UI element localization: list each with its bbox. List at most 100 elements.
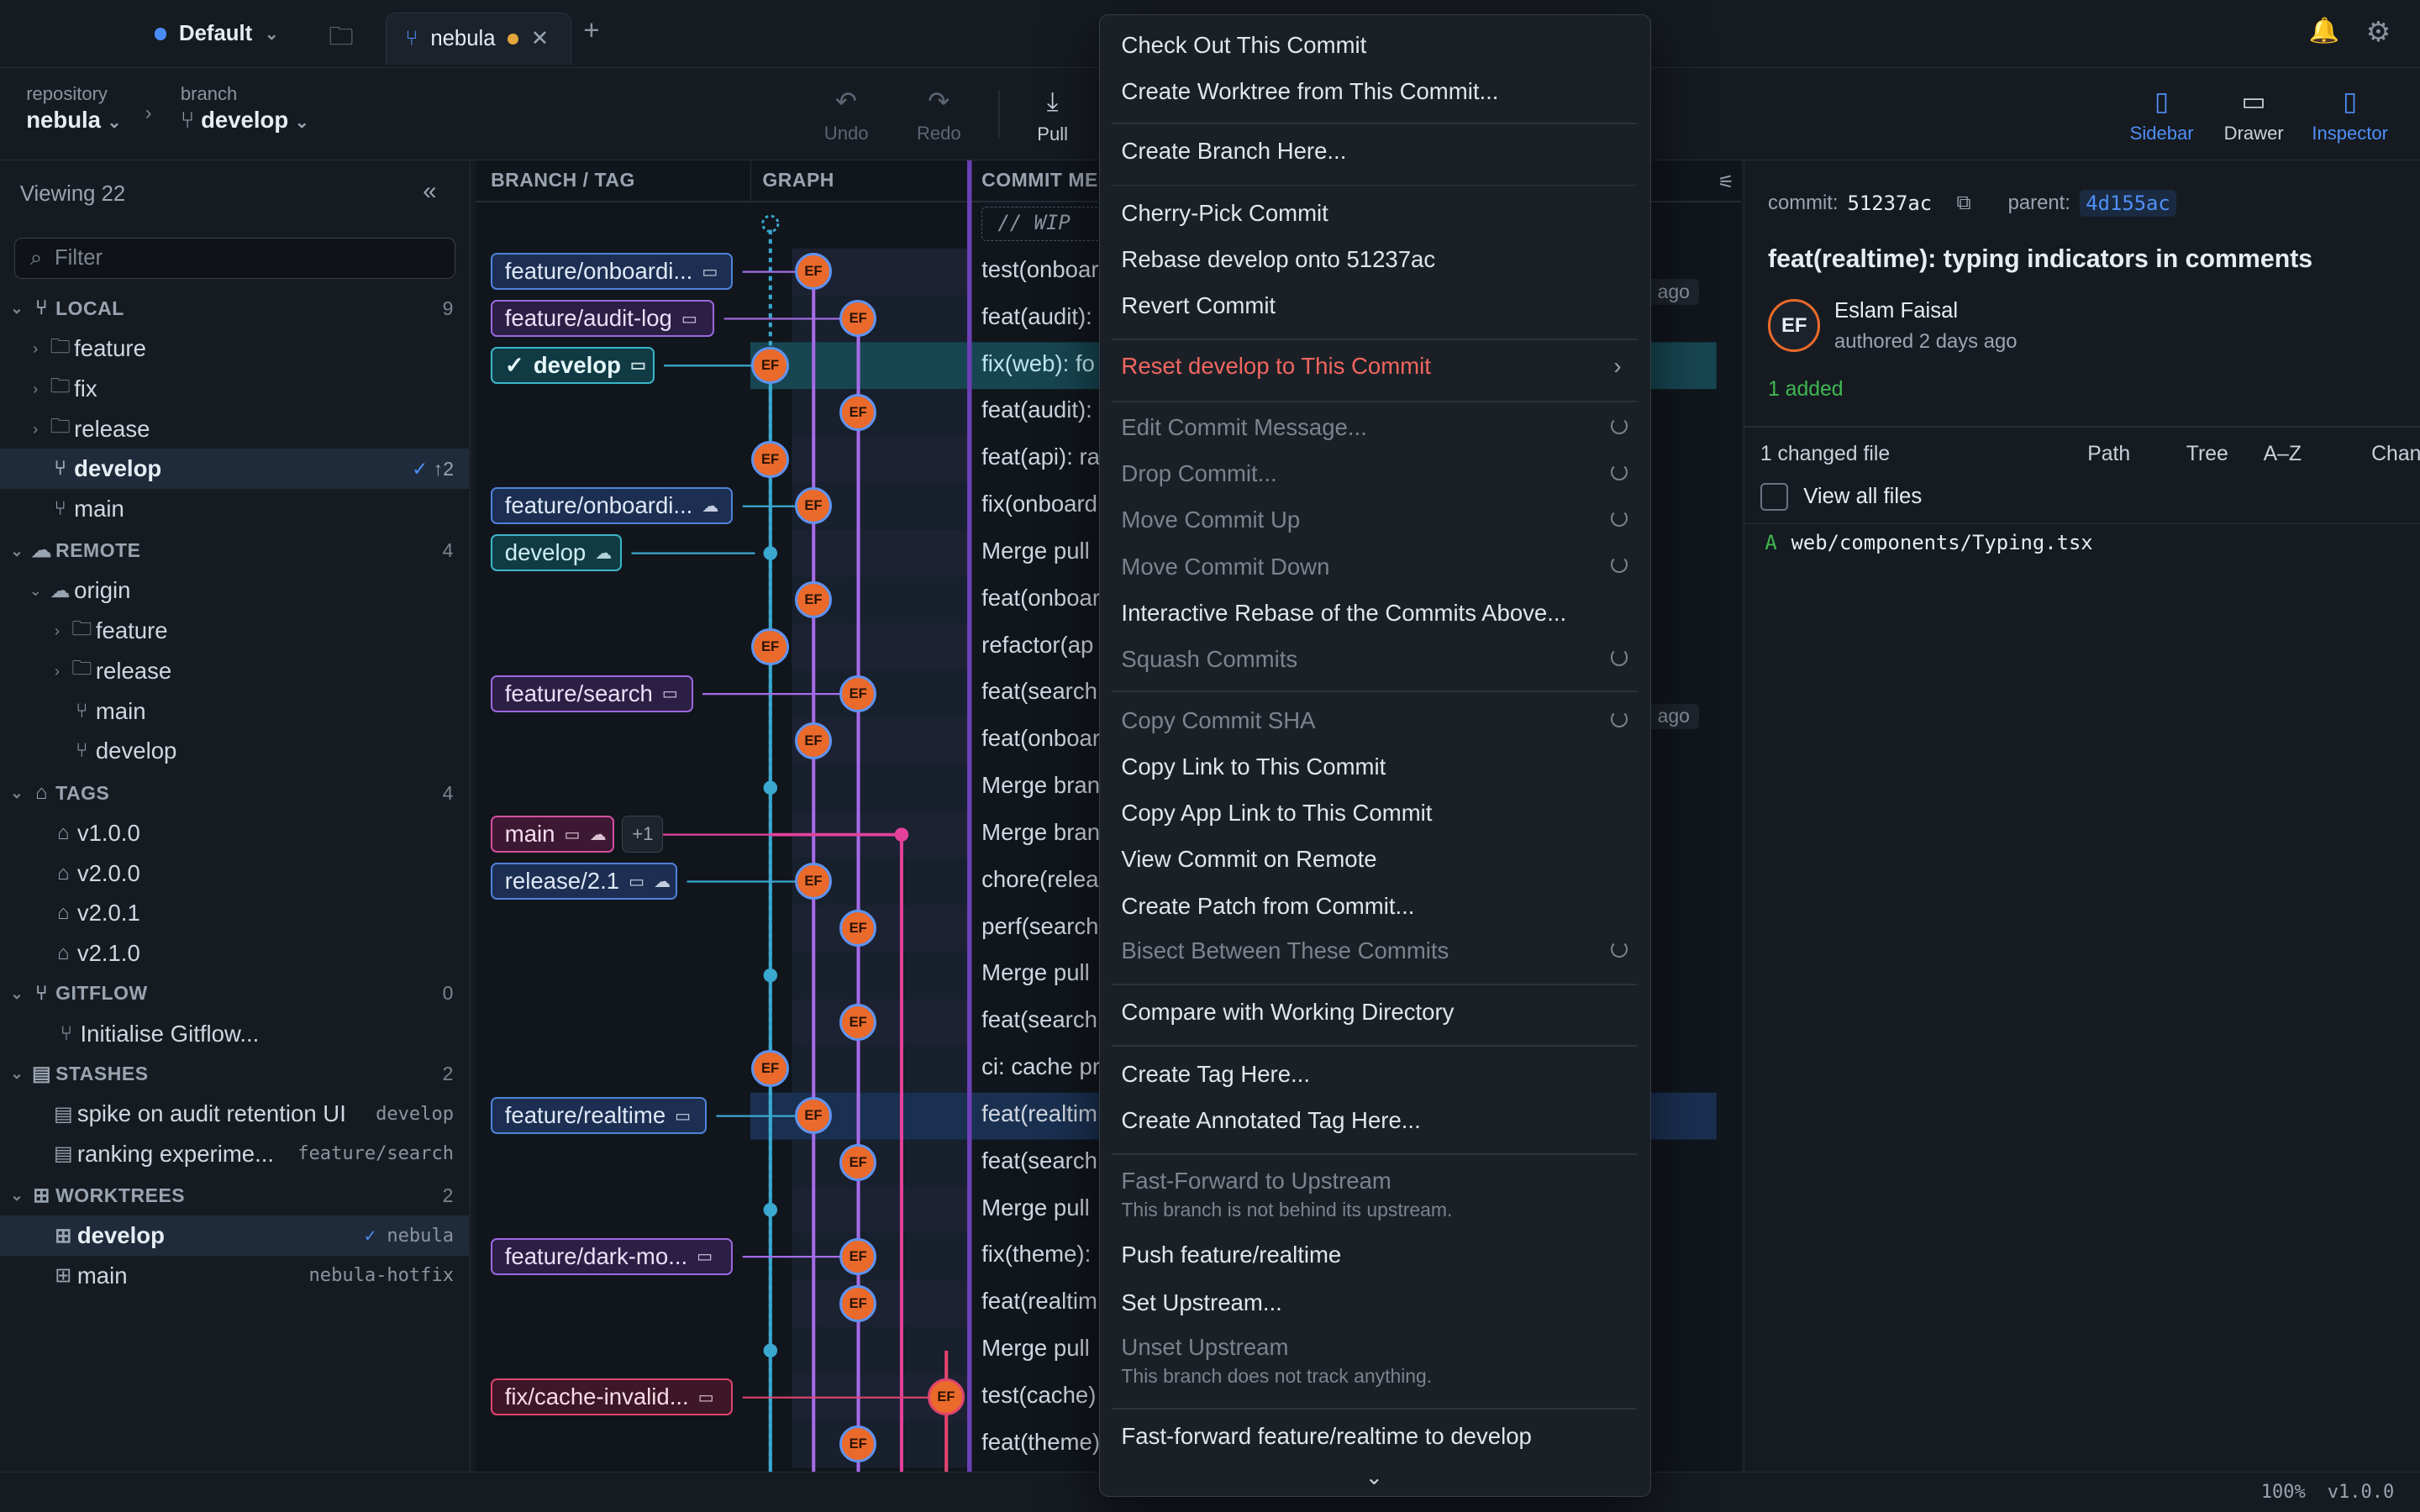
commit-node-avatar[interactable]: EF (751, 440, 789, 478)
commit-node-avatar[interactable]: EF (794, 487, 832, 525)
commit-node-avatar[interactable]: EF (839, 675, 877, 712)
close-icon[interactable]: ✕ (531, 26, 550, 51)
menu-item-rebase[interactable]: Rebase develop onto 51237ac (1100, 246, 1649, 273)
commit-node-avatar[interactable]: EF (839, 1284, 877, 1322)
view-all-checkbox[interactable] (1760, 482, 1788, 511)
menu-item-create-tag[interactable]: Create Tag Here... (1100, 1061, 1649, 1088)
bell-icon[interactable]: 🔔 (2309, 17, 2340, 45)
sidebar-item-feature[interactable]: › 🗀 feature (0, 328, 469, 369)
drawer-toggle[interactable]: ▭ Drawer (2224, 87, 2284, 144)
branch-chip[interactable]: feature/search ▭ (491, 675, 693, 712)
gear-icon[interactable]: ⚙ (2366, 15, 2391, 49)
commit-node-avatar[interactable]: EF (839, 909, 877, 947)
collapse-sidebar-icon[interactable]: « (423, 177, 436, 206)
branch-chip[interactable]: develop ☁ (491, 534, 623, 572)
section-remote[interactable]: ⌄ ☁ REMOTE 4 (0, 531, 469, 571)
menu-item-reset[interactable]: Reset develop to This Commit › (1100, 353, 1649, 380)
section-gitflow[interactable]: ⌄ ⑂ GITFLOW 0 (0, 974, 469, 1014)
tab-nebula[interactable]: ⑂ nebula ✕ (386, 12, 571, 66)
repo-folder-icon[interactable]: 🗀 (329, 18, 353, 60)
sidebar-item-tag[interactable]: ⌂ v1.0.0 (0, 813, 469, 853)
more-refs-badge[interactable]: +1 (622, 816, 664, 853)
sidebar-toggle[interactable]: ▯ Sidebar (2130, 87, 2194, 144)
sidebar-item-origin-main[interactable]: ⑂ main (0, 691, 469, 732)
sidebar-item-tag[interactable]: ⌂ v2.1.0 (0, 933, 469, 974)
parent-sha[interactable]: 4d155ac (2079, 189, 2177, 217)
menu-item-push[interactable]: Push feature/realtime (1100, 1242, 1649, 1268)
menu-item-compare[interactable]: Compare with Working Directory (1100, 999, 1649, 1026)
copy-icon[interactable]: ⧉ (1956, 192, 1970, 215)
menu-item-interactive-rebase[interactable]: Interactive Rebase of the Commits Above.… (1100, 600, 1649, 627)
sidebar-item-origin-release[interactable]: › 🗀 release (0, 651, 469, 691)
commit-node-avatar[interactable]: EF (839, 393, 877, 431)
commit-node-avatar[interactable]: EF (839, 1144, 877, 1182)
menu-item-revert[interactable]: Revert Commit (1100, 292, 1649, 319)
branch-chip[interactable]: feature/onboardi... ☁ (491, 487, 734, 525)
worktree-item[interactable]: ⊞ develop ✓ nebula (0, 1215, 470, 1257)
branch-chip[interactable]: release/2.1 ▭ ☁ (491, 863, 678, 900)
commit-node-avatar[interactable]: EF (839, 1237, 877, 1275)
menu-item-create-patch[interactable]: Create Patch from Commit... (1100, 893, 1649, 920)
menu-item-copy-app-link[interactable]: Copy App Link to This Commit (1100, 800, 1649, 827)
commit-node-avatar[interactable]: EF (927, 1378, 965, 1416)
menu-item-create-worktree[interactable]: Create Worktree from This Commit... (1100, 78, 1649, 105)
scroll-down-chevron-icon[interactable]: ⌄ (1365, 1465, 1384, 1490)
initialise-gitflow[interactable]: ⑂ Initialise Gitflow... (0, 1014, 469, 1054)
branch-chip[interactable]: feature/audit-log ▭ (491, 300, 715, 338)
wip-node[interactable] (760, 214, 780, 233)
commit-node-avatar[interactable]: EF (751, 1050, 789, 1088)
section-tags[interactable]: ⌄ ⌂ TAGS 4 (0, 773, 469, 813)
worktree-item[interactable]: ⊞ main nebula-hotfix (0, 1256, 469, 1296)
new-tab-button[interactable]: + (583, 15, 599, 47)
commit-node-avatar[interactable]: EF (751, 627, 789, 665)
view-tree-button[interactable]: Tree (2186, 443, 2264, 466)
branch-chip[interactable]: feature/onboardi... ▭ (491, 253, 734, 291)
sidebar-item-tag[interactable]: ⌂ v2.0.1 (0, 893, 469, 933)
sort-az-button[interactable]: A–Z (2264, 443, 2372, 466)
branch-selector[interactable]: branch ⑂ develop ⌄ (181, 83, 309, 134)
sidebar-item-tag[interactable]: ⌂ v2.0.0 (0, 853, 469, 894)
view-path-button[interactable]: Path (2087, 443, 2186, 466)
commit-node-avatar[interactable]: EF (794, 863, 832, 900)
commit-node-avatar[interactable]: EF (794, 581, 832, 619)
commit-node-avatar[interactable]: EF (751, 346, 789, 384)
section-local[interactable]: ⌄ ⑂ LOCAL 9 (0, 288, 469, 328)
commit-node-avatar[interactable]: EF (839, 300, 877, 338)
inspector-toggle[interactable]: ▯ Inspector (2312, 87, 2388, 144)
sidebar-item-origin-develop[interactable]: ⑂ develop (0, 732, 469, 772)
commit-node-avatar[interactable]: EF (794, 1097, 832, 1135)
stash-item[interactable]: ▤ ranking experime... feature/search (0, 1134, 469, 1174)
sidebar-item-main[interactable]: ⑂ main (0, 489, 469, 529)
stash-item[interactable]: ▤ spike on audit retention UI develop (0, 1094, 469, 1134)
menu-item-create-branch[interactable]: Create Branch Here... (1100, 138, 1649, 165)
undo-button[interactable]: ↶ Undo (824, 87, 869, 144)
menu-item-cherry-pick[interactable]: Cherry-Pick Commit (1100, 200, 1649, 227)
branch-chip[interactable]: fix/cache-invalid... ▭ (491, 1378, 734, 1416)
filter-input[interactable]: ⌕ Filter (13, 237, 455, 280)
menu-item-create-annotated-tag[interactable]: Create Annotated Tag Here... (1100, 1107, 1649, 1134)
menu-item-checkout[interactable]: Check Out This Commit (1100, 32, 1649, 59)
workspace-switcher[interactable]: Default ⌄ (154, 18, 279, 50)
sort-change-button[interactable]: Change (2371, 443, 2420, 466)
pull-button[interactable]: ⤓ Pull (1037, 87, 1068, 145)
repo-selector[interactable]: repository nebula ⌄ (26, 83, 121, 134)
sidebar-item-origin-feature[interactable]: › 🗀 feature (0, 611, 469, 651)
file-path[interactable]: web/components/Typing.tsx (1791, 531, 2093, 554)
section-stashes[interactable]: ⌄ ▤ STASHES 2 (0, 1053, 469, 1094)
redo-button[interactable]: ↷ Redo (917, 87, 961, 144)
menu-item-view-remote[interactable]: View Commit on Remote (1100, 846, 1649, 873)
menu-item-copy-link[interactable]: Copy Link to This Commit (1100, 753, 1649, 780)
commit-node-avatar[interactable]: EF (839, 1425, 877, 1463)
branch-chip[interactable]: feature/dark-mo... ▭ (491, 1237, 734, 1275)
menu-item-ff-develop[interactable]: Fast-forward feature/realtime to develop (1100, 1423, 1649, 1450)
sidebar-item-develop[interactable]: ⑂ develop ✓ ↑2 (0, 449, 470, 490)
branch-chip[interactable]: feature/realtime ▭ (491, 1097, 708, 1135)
commit-node-avatar[interactable]: EF (794, 722, 832, 759)
zoom-level[interactable]: 100% (2261, 1482, 2306, 1503)
section-worktrees[interactable]: ⌄ ⊞ WORKTREES 2 (0, 1176, 469, 1216)
branch-chip[interactable]: main ▭ ☁ (491, 816, 614, 853)
sidebar-item-fix[interactable]: › 🗀 fix (0, 369, 469, 409)
branch-chip[interactable]: ✓ develop ▭ (491, 346, 655, 384)
sidebar-item-release[interactable]: › 🗀 release (0, 409, 469, 449)
sidebar-item-origin[interactable]: ⌄ ☁ origin (0, 571, 469, 612)
